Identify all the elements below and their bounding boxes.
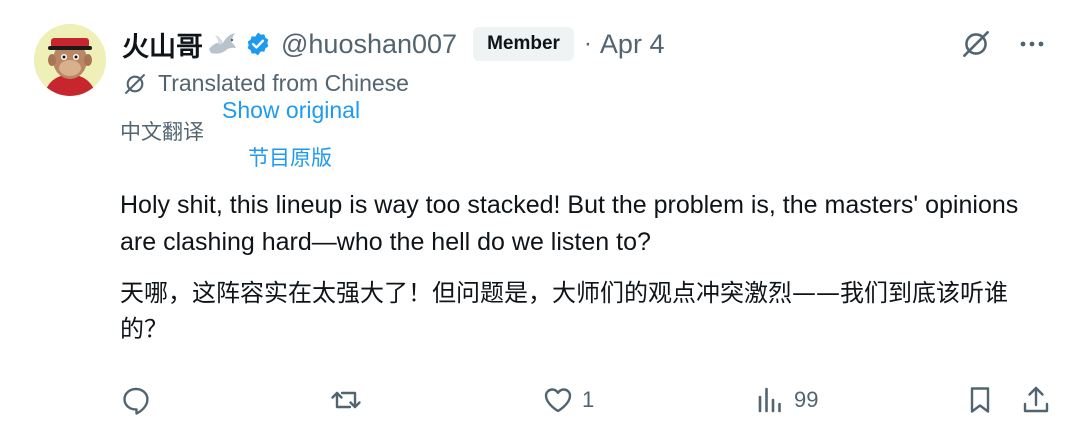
share-button[interactable] (1020, 378, 1052, 422)
tweet-top-actions (958, 26, 1050, 62)
retweet-icon (331, 391, 361, 409)
tweet-header: 火山哥 @huoshan007 Member · Apr 4 (122, 24, 664, 64)
bookmark-button[interactable] (964, 378, 996, 422)
display-name[interactable]: 火山哥 (122, 25, 203, 64)
retweet-button[interactable] (330, 378, 370, 422)
dove-icon (205, 29, 239, 59)
member-badge[interactable]: Member (473, 27, 574, 61)
separator-dot: · (583, 30, 592, 57)
user-handle[interactable]: @huoshan007 (281, 29, 457, 60)
avatar[interactable] (34, 24, 106, 96)
heart-icon (544, 388, 572, 413)
more-icon[interactable] (1014, 26, 1050, 62)
translate-toggle-icon[interactable] (958, 26, 994, 62)
views-button[interactable]: 99 (754, 378, 818, 422)
verified-badge-icon[interactable] (245, 31, 271, 57)
share-icon (1023, 386, 1049, 413)
tweet-date[interactable]: Apr 4 (600, 29, 665, 60)
tweet-text-original: 天哪，这阵容实在太强大了！但问题是，大师们的观点冲突激烈——我们到底该听谁的？ (120, 279, 1008, 343)
show-original-link[interactable]: Show original (222, 97, 360, 124)
show-original-link-zh[interactable]: 节目原版 (248, 142, 332, 172)
views-icon (758, 387, 781, 413)
reply-icon (123, 387, 149, 415)
translation-notice-text: Translated from Chinese (158, 70, 409, 96)
tweet-text-translated: Holy shit, this lineup is way too stacke… (120, 191, 1019, 256)
like-count: 1 (582, 387, 595, 412)
views-count: 99 (794, 387, 819, 412)
bookmark-icon (970, 387, 990, 413)
translate-icon (125, 73, 145, 94)
like-button[interactable]: 1 (542, 378, 594, 422)
translation-notice: Translated from Chinese (122, 70, 409, 97)
reply-button[interactable] (120, 378, 160, 422)
tweet-action-bar: 1 99 (0, 378, 1080, 422)
translation-source-label: 中文翻译 (120, 120, 204, 144)
ape-avatar-image (34, 24, 106, 96)
